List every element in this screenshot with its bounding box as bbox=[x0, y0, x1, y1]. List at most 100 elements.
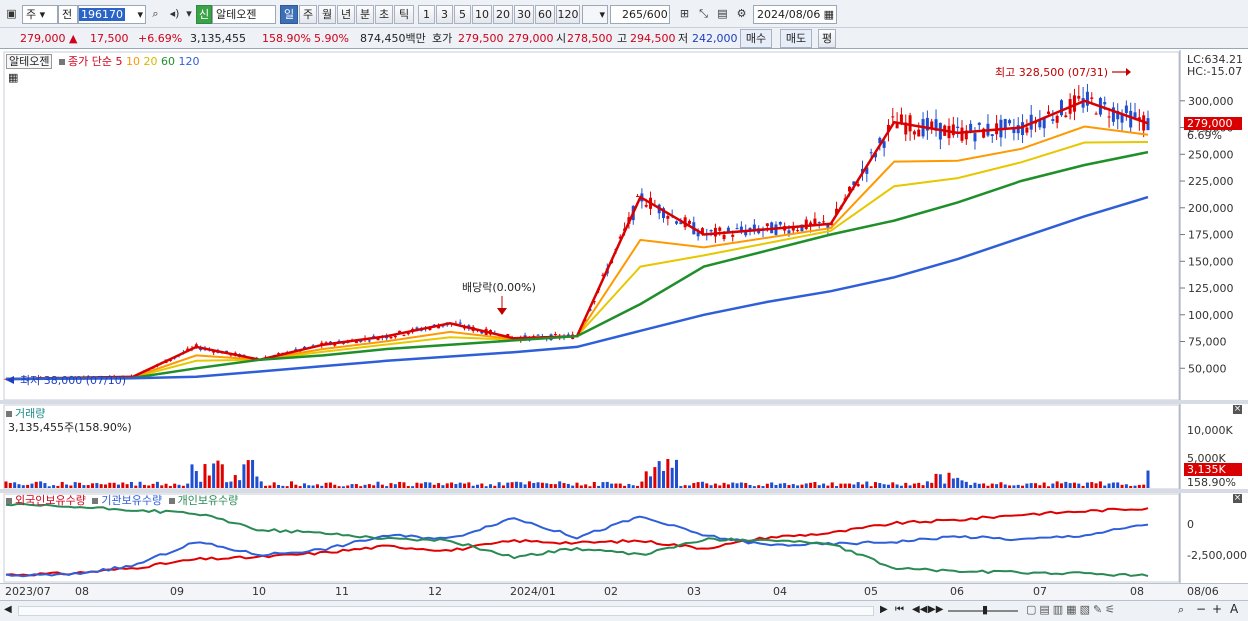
tool-icons[interactable]: ▢▤▥▦▧✎⚟ bbox=[1026, 603, 1118, 616]
period-year-button[interactable]: 년 bbox=[337, 5, 355, 24]
candle-body bbox=[977, 122, 981, 125]
type-select[interactable]: 전 bbox=[58, 5, 78, 24]
close-icon[interactable]: × bbox=[1233, 494, 1242, 503]
table-icon[interactable]: ▦ bbox=[8, 71, 18, 84]
volume-bar bbox=[1047, 486, 1051, 488]
crosshair-icon[interactable]: ⤡ bbox=[695, 5, 712, 24]
search-icon[interactable]: ⌕ bbox=[147, 5, 164, 24]
volume-bar bbox=[545, 483, 549, 488]
scrollbar-track[interactable] bbox=[18, 606, 874, 616]
interval-120-button[interactable]: 120 bbox=[556, 5, 580, 24]
period-minute-button[interactable]: 분 bbox=[356, 5, 374, 24]
calendar-icon[interactable]: ▦ bbox=[824, 6, 834, 23]
volume-bar bbox=[290, 481, 293, 488]
stock-name[interactable]: 알테오젠 bbox=[212, 5, 276, 24]
volume-bar bbox=[1124, 484, 1128, 488]
price-chart[interactable]: 300,000275,000250,000225,000200,000175,0… bbox=[0, 50, 1248, 400]
period-month-button[interactable]: 월 bbox=[318, 5, 336, 24]
window-icon[interactable]: ▣ bbox=[3, 5, 20, 24]
gear-icon[interactable]: ⚙ bbox=[733, 5, 750, 24]
volume-bar bbox=[406, 486, 410, 488]
trade-amount: 874,450백만 bbox=[360, 32, 426, 45]
volume-bar bbox=[614, 483, 618, 488]
market-select[interactable]: 주 ▾ bbox=[22, 5, 58, 24]
code-input[interactable]: 196170 ▾ bbox=[78, 5, 146, 24]
volume-bar bbox=[1142, 484, 1146, 488]
prev-icon[interactable]: ◀◀ bbox=[912, 604, 927, 615]
candle-body bbox=[960, 127, 964, 141]
volume-bar bbox=[1133, 485, 1137, 488]
volume-bar bbox=[848, 483, 852, 488]
volume-bar bbox=[445, 483, 449, 488]
volume-bar bbox=[393, 484, 397, 488]
grid-icon[interactable]: ⊞ bbox=[676, 5, 693, 24]
interval-30-button[interactable]: 30 bbox=[514, 5, 534, 24]
volume-bar bbox=[212, 463, 216, 488]
candle-body bbox=[709, 230, 713, 232]
zoom-handle-icon[interactable]: ▮ bbox=[982, 603, 988, 616]
candle-body bbox=[990, 134, 994, 136]
volume-bar bbox=[899, 485, 903, 488]
volume-bar bbox=[674, 459, 678, 488]
volume-bar bbox=[415, 482, 419, 488]
interval-5-button[interactable]: 5 bbox=[454, 5, 471, 24]
candle-body bbox=[1090, 97, 1094, 99]
interval-60-button[interactable]: 60 bbox=[535, 5, 555, 24]
volume-bar bbox=[1107, 483, 1111, 488]
interval-20-button[interactable]: 20 bbox=[493, 5, 513, 24]
date-input[interactable]: 2024/08/06 ▦ bbox=[753, 5, 837, 24]
volume-bar bbox=[692, 483, 696, 488]
high-value: 294,500 bbox=[630, 32, 676, 45]
volume-bar bbox=[4, 481, 8, 488]
volume-bar bbox=[497, 482, 501, 488]
save-icon[interactable]: ▤ bbox=[714, 5, 731, 24]
price-legend: 알테오젠 종가 단순 5 10 20 60 120 bbox=[6, 53, 199, 69]
volume-chart[interactable] bbox=[0, 404, 1248, 490]
sell-button[interactable]: 매도 bbox=[780, 29, 812, 48]
zoom-out-icon[interactable]: − bbox=[1196, 602, 1206, 616]
interval-custom-select[interactable]: ▾ bbox=[582, 5, 608, 24]
interval-1-button[interactable]: 1 bbox=[418, 5, 435, 24]
next-icon[interactable]: ▶▶ bbox=[928, 604, 943, 615]
font-size-icon[interactable]: A bbox=[1230, 602, 1238, 616]
volume-bar bbox=[960, 480, 964, 488]
search-icon[interactable]: ⌕ bbox=[1178, 603, 1184, 617]
volume-bar bbox=[804, 483, 808, 488]
volume-bar bbox=[895, 484, 899, 488]
speaker-icon[interactable]: ◂) bbox=[166, 5, 183, 24]
volume-bar bbox=[480, 483, 484, 488]
candle-body bbox=[912, 131, 916, 135]
volume-bar bbox=[822, 483, 826, 488]
buy-button[interactable]: 매수 bbox=[740, 29, 772, 48]
dividend-annotation: 배당락(0.00%) bbox=[462, 281, 536, 294]
volume-bar bbox=[1034, 483, 1038, 488]
eval-button[interactable]: 평 bbox=[818, 29, 836, 48]
candle-body bbox=[367, 340, 371, 342]
candle-body bbox=[674, 221, 678, 224]
volume-bar bbox=[969, 485, 973, 488]
scroll-left-icon[interactable]: ◀ bbox=[4, 604, 12, 615]
period-day-button[interactable]: 일 bbox=[280, 5, 298, 24]
zoom-in-icon[interactable]: + bbox=[1212, 602, 1222, 616]
volume-bar bbox=[1103, 485, 1107, 488]
volume-bar bbox=[367, 484, 371, 488]
period-tick-button[interactable]: 틱 bbox=[394, 5, 414, 24]
volume-bar bbox=[553, 484, 557, 488]
interval-3-button[interactable]: 3 bbox=[436, 5, 453, 24]
volume-bar bbox=[722, 482, 726, 488]
chevron-down-icon[interactable]: ▾ bbox=[137, 6, 143, 23]
volume-bar bbox=[272, 482, 276, 488]
volume-bar bbox=[835, 486, 839, 488]
scroll-right-icon[interactable]: ▶ bbox=[880, 604, 888, 615]
credit-tag: 신 bbox=[196, 5, 212, 24]
close-icon[interactable]: × bbox=[1233, 405, 1242, 414]
first-icon[interactable]: ⏮ bbox=[895, 604, 904, 615]
period-second-button[interactable]: 초 bbox=[375, 5, 393, 24]
chevron-down-icon[interactable]: ▾ bbox=[184, 5, 194, 24]
volume-bar bbox=[463, 483, 467, 488]
period-week-button[interactable]: 주 bbox=[299, 5, 317, 24]
volume-bar bbox=[307, 485, 311, 488]
x-label: 11 bbox=[335, 585, 349, 598]
interval-10-button[interactable]: 10 bbox=[472, 5, 492, 24]
volume-bar bbox=[809, 482, 813, 488]
